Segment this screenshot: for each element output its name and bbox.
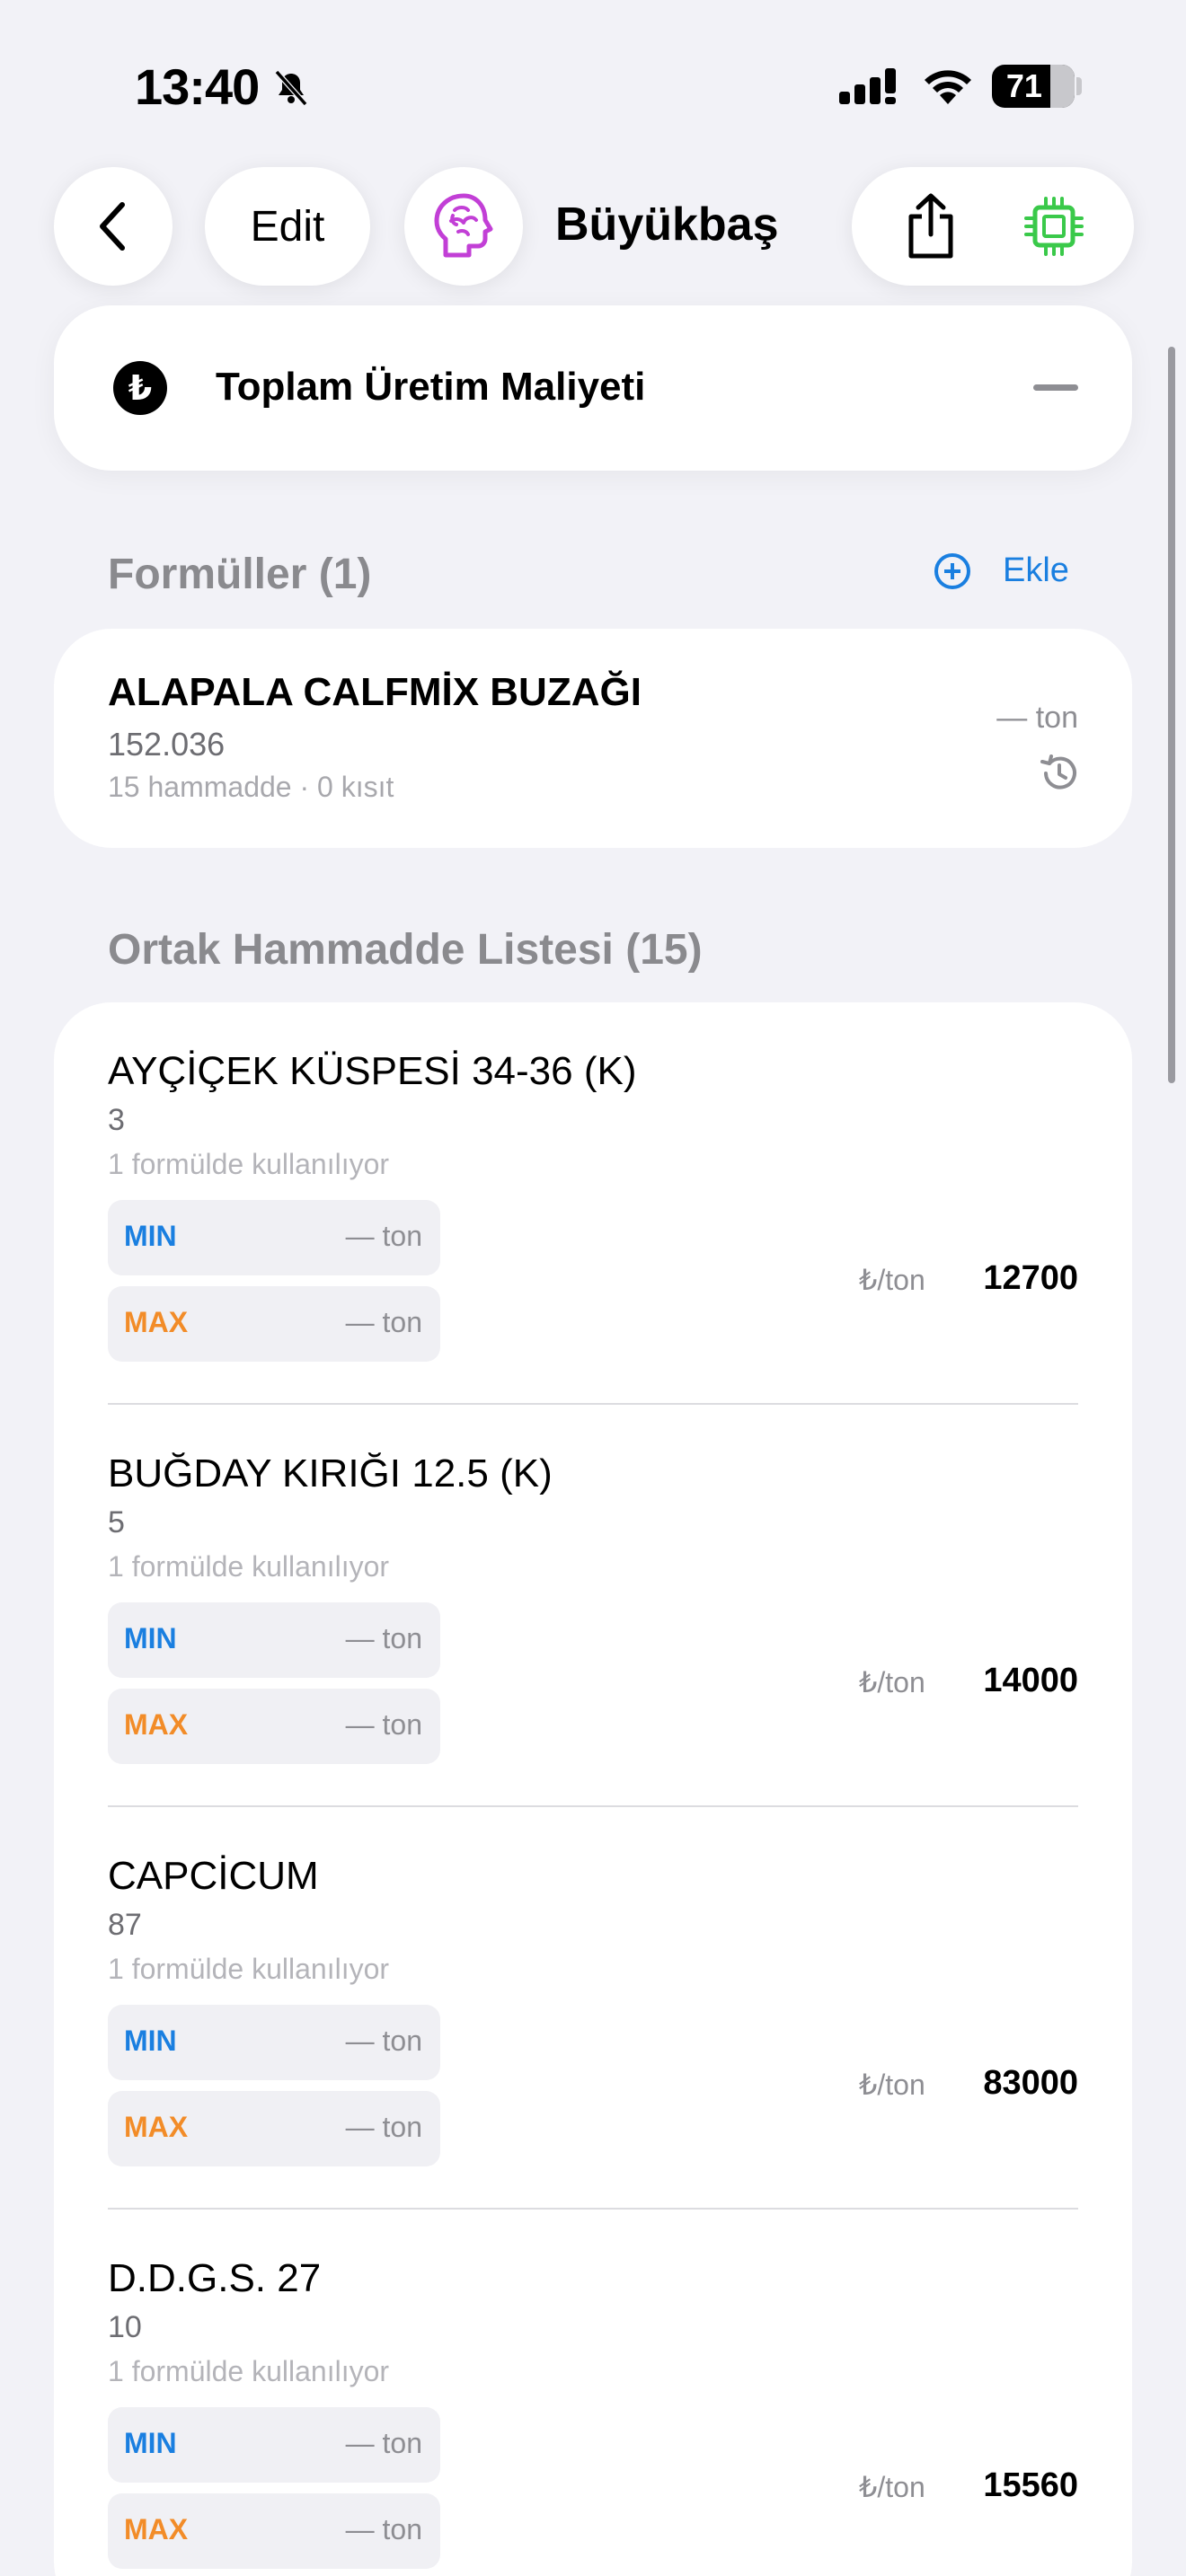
ingredients-header: Ortak Hammadde Listesi (15)	[108, 926, 703, 974]
bell-slash-icon	[274, 70, 308, 106]
collapse-icon[interactable]	[1033, 384, 1078, 391]
ingredient-row[interactable]: BUĞDAY KIRIĞI 12.5 (K) 5 1 formülde kull…	[108, 1405, 1078, 1807]
battery-percentage: 71	[1005, 67, 1042, 104]
formula-value: 152.036	[108, 726, 226, 763]
max-value: — ton	[345, 2513, 422, 2545]
min-limit-field[interactable]: MIN — ton	[108, 2005, 440, 2080]
min-limit-field[interactable]: MIN — ton	[108, 1602, 440, 1678]
ingredient-row[interactable]: AYÇİÇEK KÜSPESİ 34-36 (K) 3 1 formülde k…	[108, 1002, 1078, 1405]
price-unit: ₺/ton	[859, 2471, 925, 2503]
brain-icon	[434, 193, 493, 258]
max-limit-field[interactable]: MAX — ton	[108, 1286, 440, 1362]
min-label: MIN	[124, 1220, 177, 1252]
actions-group	[852, 167, 1134, 286]
back-button[interactable]	[54, 167, 173, 286]
total-cost-card[interactable]: ₺ Toplam Üretim Maliyeti	[54, 305, 1132, 471]
share-icon[interactable]	[902, 191, 960, 261]
max-limit-field[interactable]: MAX — ton	[108, 2091, 440, 2166]
ingredient-usage: 1 formülde kullanılıyor	[108, 2355, 390, 2387]
min-limit-field[interactable]: MIN — ton	[108, 1200, 440, 1275]
total-cost-title: Toplam Üretim Maliyeti	[216, 365, 646, 409]
battery-tip	[1076, 77, 1082, 95]
ingredient-name: CAPCİCUM	[108, 1854, 319, 1898]
ingredient-value: 10	[108, 2310, 142, 2344]
max-value: — ton	[345, 2111, 422, 2143]
price-value[interactable]: 83000	[983, 2064, 1078, 2103]
status-bar: 13:40 71	[0, 0, 1186, 171]
max-label: MAX	[124, 2513, 189, 2545]
max-label: MAX	[124, 2111, 189, 2143]
min-value: — ton	[345, 1622, 422, 1654]
min-value: — ton	[345, 1220, 422, 1252]
ingredient-usage: 1 formülde kullanılıyor	[108, 1953, 390, 1985]
cellular-signal-icon	[839, 68, 896, 104]
add-formula-button[interactable]: Ekle	[934, 551, 1069, 590]
chip-icon[interactable]	[1024, 197, 1084, 256]
ingredient-name: D.D.G.S. 27	[108, 2256, 322, 2300]
formula-card[interactable]: ALAPALA CALFMİX BUZAĞI 152.036 15 hammad…	[54, 629, 1132, 848]
history-icon[interactable]	[1039, 753, 1080, 794]
formula-meta: 15 hammadde · 0 kısıt	[108, 771, 394, 803]
ingredient-row[interactable]: CAPCİCUM 87 1 formülde kullanılıyor MIN …	[108, 1807, 1078, 2210]
max-value: — ton	[345, 1708, 422, 1741]
price-unit: ₺/ton	[859, 1264, 925, 1296]
scrollbar[interactable]	[1168, 347, 1175, 1083]
add-formula-label: Ekle	[1003, 551, 1069, 589]
ingredient-usage: 1 formülde kullanılıyor	[108, 1550, 390, 1583]
ingredient-value: 87	[108, 1908, 142, 1942]
page-title: Büyükbaş	[555, 198, 779, 251]
formula-name: ALAPALA CALFMİX BUZAĞI	[108, 670, 642, 714]
battery-icon: 71	[992, 65, 1075, 108]
price-unit: ₺/ton	[859, 2069, 925, 2101]
ingredient-name: AYÇİÇEK KÜSPESİ 34-36 (K)	[108, 1049, 637, 1093]
ai-assistant-button[interactable]	[404, 167, 523, 286]
min-label: MIN	[124, 2427, 177, 2459]
formulas-header: Formüller (1)	[108, 551, 372, 598]
price-value[interactable]: 12700	[983, 1259, 1078, 1298]
status-time: 13:40	[135, 58, 260, 115]
price-value[interactable]: 14000	[983, 1662, 1078, 1700]
price-unit: ₺/ton	[859, 1666, 925, 1698]
max-limit-field[interactable]: MAX — ton	[108, 2493, 440, 2569]
edit-button[interactable]: Edit	[205, 167, 370, 286]
max-value: — ton	[345, 1306, 422, 1338]
chevron-left-icon	[100, 202, 125, 251]
ingredient-value: 5	[108, 1505, 125, 1539]
formula-amount: — ton	[996, 701, 1078, 735]
ingredients-card: AYÇİÇEK KÜSPESİ 34-36 (K) 3 1 formülde k…	[54, 1002, 1132, 2576]
wifi-icon	[925, 70, 971, 104]
ingredient-usage: 1 formülde kullanılıyor	[108, 1148, 390, 1180]
plus-circle-icon	[934, 552, 970, 589]
min-label: MIN	[124, 1622, 177, 1654]
lira-icon: ₺	[113, 361, 167, 415]
max-label: MAX	[124, 1306, 189, 1338]
min-value: — ton	[345, 2427, 422, 2459]
ingredient-name: BUĞDAY KIRIĞI 12.5 (K)	[108, 1451, 553, 1495]
ingredient-value: 3	[108, 1103, 125, 1137]
min-label: MIN	[124, 2025, 177, 2057]
max-limit-field[interactable]: MAX — ton	[108, 1689, 440, 1764]
min-limit-field[interactable]: MIN — ton	[108, 2407, 440, 2483]
max-label: MAX	[124, 1708, 189, 1741]
min-value: — ton	[345, 2025, 422, 2057]
ingredient-row[interactable]: D.D.G.S. 27 10 1 formülde kullanılıyor M…	[108, 2210, 1078, 2576]
price-value[interactable]: 15560	[983, 2466, 1078, 2505]
